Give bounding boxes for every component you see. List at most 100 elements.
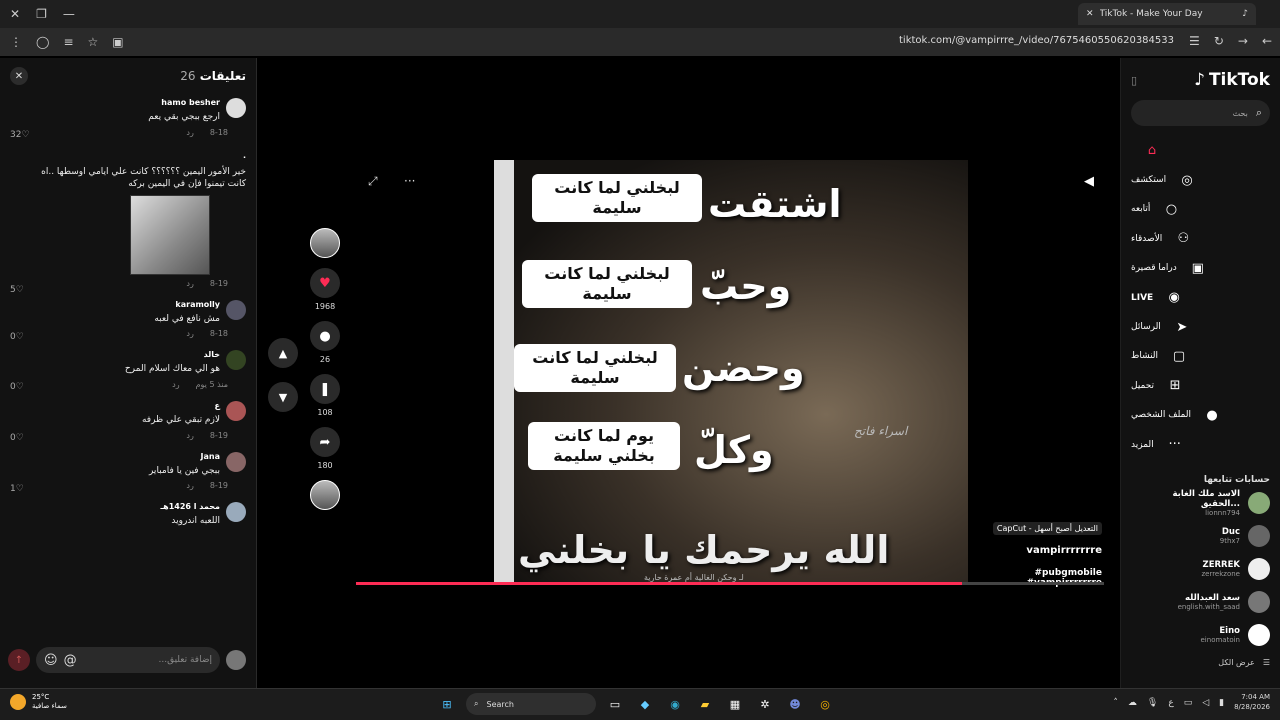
comment-image[interactable]	[130, 194, 210, 275]
taskbar-search[interactable]: ⌕ Search	[466, 693, 596, 715]
restore-window-icon[interactable]: ❐	[36, 7, 47, 21]
video-author[interactable]: vampirrrrrrre	[972, 545, 1102, 556]
menu-dots-icon[interactable]: ⋮	[10, 35, 22, 49]
sidebar-item-8[interactable]: ⊞ تحميل	[1131, 371, 1270, 400]
music-avatar[interactable]	[310, 480, 340, 510]
browser-tab[interactable]: ✕ TikTok - Make Your Day ♪	[1078, 3, 1256, 25]
sidebar-item-3[interactable]: ⚇ الأصدقاء	[1131, 224, 1270, 253]
tray-cloud-icon[interactable]: ☁	[1128, 698, 1137, 708]
previous-video-button[interactable]: ▲	[268, 338, 298, 368]
edge-icon[interactable]: ◉	[664, 693, 686, 715]
comment-reply[interactable]: رد	[172, 380, 179, 389]
forward-icon[interactable]: ←	[1262, 34, 1272, 48]
following-item[interactable]: ZERREK zerrekzone	[1131, 553, 1270, 584]
chatgpt-icon[interactable]: ✲	[754, 693, 776, 715]
share-button[interactable]: ➦	[310, 427, 340, 457]
close-comments-button[interactable]: ✕	[10, 67, 28, 85]
mic-icon[interactable]: 🎙	[1147, 698, 1158, 708]
following-item[interactable]: سعد العبدالله english.with_saad	[1131, 586, 1270, 617]
discord-icon[interactable]: ☻	[784, 693, 806, 715]
task-view-icon[interactable]: ▭	[604, 693, 626, 715]
sidebar-item-10[interactable]: ··· المزيد	[1131, 430, 1270, 459]
capcut-badge[interactable]: CapCut - التعديل أصبح أسهل	[992, 522, 1102, 535]
comment-button[interactable]: ●	[310, 321, 340, 351]
comment-reply[interactable]: رد	[186, 481, 193, 490]
comment-like[interactable]: 1♡	[10, 484, 24, 494]
sidebar-item-7[interactable]: ▢ النشاط	[1131, 342, 1270, 371]
profile-icon[interactable]: ◯	[36, 35, 49, 49]
sidebar-item-0[interactable]: ⌂	[1131, 136, 1270, 165]
comment-user[interactable]: ع	[142, 401, 220, 410]
sidebar-toggle-icon[interactable]: ▯	[1131, 74, 1137, 87]
video-player[interactable]: لبخلني لما كانت سليمة اشتقت لبخلني لما ك…	[494, 160, 968, 584]
following-item[interactable]: Eino einomatoin	[1131, 619, 1270, 650]
author-avatar[interactable]	[310, 228, 340, 258]
language-icon[interactable]: ع	[1168, 698, 1173, 708]
sidebar-item-2[interactable]: ○ أتابعه	[1131, 195, 1270, 224]
avatar[interactable]	[226, 502, 246, 523]
fullscreen-icon[interactable]: ⤢	[368, 174, 378, 189]
like-button[interactable]: ♥	[310, 268, 340, 298]
comment-like[interactable]: 0♡	[10, 433, 24, 443]
comment-reply[interactable]: رد	[186, 128, 193, 137]
comment-reply[interactable]: رد	[186, 431, 193, 440]
avatar[interactable]	[226, 98, 246, 118]
send-comment-button[interactable]: ↑	[8, 649, 30, 671]
next-video-button[interactable]: ▼	[268, 382, 298, 412]
video-hashtags[interactable]: #pubgmobile #vampirrrrrrre	[972, 568, 1102, 588]
widgets-icon[interactable]: ◆	[634, 693, 656, 715]
comment-user[interactable]: hamo besher	[148, 98, 220, 107]
bookmark-star-icon[interactable]: ☆	[88, 35, 99, 49]
sidebar-item-9[interactable]: ● الملف الشخصي	[1131, 401, 1270, 430]
avatar[interactable]	[226, 400, 246, 421]
volume-icon[interactable]: ◀	[1084, 174, 1094, 189]
reload-icon[interactable]: ↻	[1214, 34, 1224, 48]
comment-reply[interactable]: رد	[186, 329, 193, 338]
save-button[interactable]: ❚	[310, 374, 340, 404]
mention-icon[interactable]: @	[64, 653, 77, 668]
avatar[interactable]	[226, 299, 246, 320]
extension-icon[interactable]: ▣	[112, 35, 123, 49]
comment-like[interactable]: 0♡	[10, 332, 24, 342]
avatar[interactable]	[226, 451, 246, 472]
comment-user[interactable]: ·	[26, 153, 246, 162]
sidebar-item-1[interactable]: ◎ استكشف	[1131, 165, 1270, 194]
comment-user[interactable]: محمد ا 1426هـ	[160, 502, 220, 511]
comment-reply[interactable]: رد	[186, 279, 193, 288]
weather-widget[interactable]: 25°C سماء صافية	[10, 693, 67, 711]
battery-icon[interactable]: ▮	[1219, 698, 1224, 708]
comment-user[interactable]: خالد	[125, 350, 220, 359]
comment-like[interactable]: 32♡	[10, 130, 30, 140]
sidebar-item-4[interactable]: ▣ دراما قصيرة	[1131, 254, 1270, 283]
video-progress-bar[interactable]	[356, 582, 1104, 585]
sidebar-item-6[interactable]: ➤ الرسائل	[1131, 312, 1270, 341]
volume-tray-icon[interactable]: ◁	[1202, 698, 1209, 708]
sidebar-item-5[interactable]: ◉ LIVE	[1131, 283, 1270, 312]
clock[interactable]: 7:04 AM 8/28/2026	[1234, 693, 1270, 713]
start-button[interactable]: ⊞	[436, 693, 458, 715]
avatar[interactable]	[226, 350, 246, 371]
see-all-link[interactable]: عرض الكل ☰	[1131, 658, 1270, 667]
back-icon[interactable]: →	[1238, 34, 1248, 48]
comment-user[interactable]: karamolly	[154, 300, 220, 309]
url-field[interactable]: tiktok.com/@vampirrre_/video/76754605506…	[899, 35, 1174, 46]
tab-close-icon[interactable]: ✕	[1086, 9, 1094, 19]
store-icon[interactable]: ▦	[724, 693, 746, 715]
tray-chevron-icon[interactable]: ˄	[1113, 698, 1118, 708]
search-input[interactable]: بحث ⌕	[1131, 100, 1270, 126]
network-icon[interactable]: ▭	[1184, 698, 1193, 708]
close-window-icon[interactable]: ✕	[10, 7, 20, 21]
tune-icon[interactable]: ☰	[1189, 34, 1200, 48]
comment-user[interactable]: Jana	[149, 452, 220, 461]
tiktok-logo[interactable]: ▯ ♪ TikTok	[1131, 70, 1270, 90]
file-explorer-icon[interactable]: ▰	[694, 693, 716, 715]
comment-like[interactable]: 0♡	[10, 382, 24, 392]
minimize-window-icon[interactable]: —	[63, 7, 75, 21]
more-options-icon[interactable]: ···	[404, 174, 415, 188]
following-item[interactable]: الاسد ملك الغابة الحقيق... lionnn794	[1131, 487, 1270, 518]
comment-input[interactable]: ☺ @ إضافة تعليق...	[36, 647, 220, 673]
emoji-icon[interactable]: ☺	[44, 653, 58, 668]
chrome-icon[interactable]: ◎	[814, 693, 836, 715]
comment-like[interactable]: 5♡	[10, 285, 24, 295]
reading-list-icon[interactable]: ≡	[63, 35, 73, 49]
